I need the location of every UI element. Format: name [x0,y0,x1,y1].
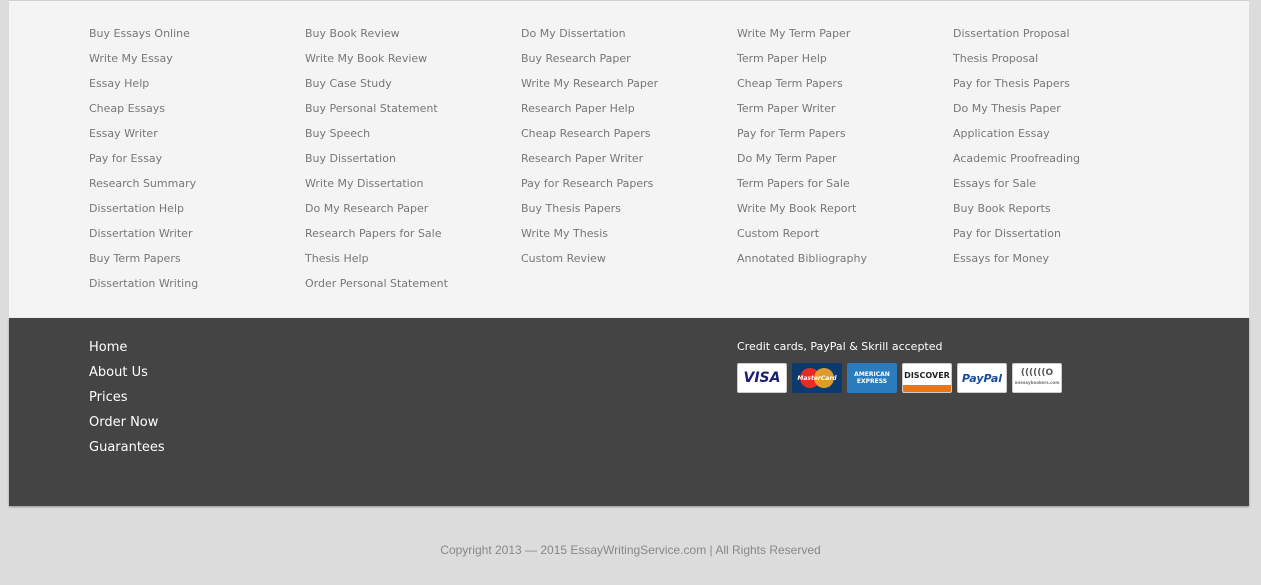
footer-link[interactable]: Dissertation Help [89,201,198,226]
footer-link[interactable]: Write My Book Report [737,201,867,226]
mastercard-logo-text: MasterCard [797,374,837,382]
footer-link[interactable]: Term Paper Writer [737,101,867,126]
copyright-text: Copyright 2013 — 2015 EssayWritingServic… [440,543,821,557]
footer-links-column-2: Buy Book Review Write My Book Review Buy… [305,26,448,301]
visa-logo-text: VISA [743,370,781,386]
footer-link[interactable]: Pay for Research Papers [521,176,658,201]
footer-link[interactable]: Buy Personal Statement [305,101,448,126]
footer-link[interactable]: Order Personal Statement [305,276,448,301]
footer-link[interactable]: Research Papers for Sale [305,226,448,251]
footer-link[interactable]: Application Essay [953,126,1080,151]
footer-link[interactable]: Cheap Research Papers [521,126,658,151]
footer-bottom-panel: Home About Us Prices Order Now Guarantee… [9,318,1249,506]
footer-link[interactable]: Buy Case Study [305,76,448,101]
footer-link[interactable]: Buy Speech [305,126,448,151]
footer-link[interactable]: Research Paper Help [521,101,658,126]
footer-link[interactable]: Essay Help [89,76,198,101]
footer-link[interactable]: Dissertation Writer [89,226,198,251]
skrill-logo-subtext: oneasybookers.com [1014,380,1060,385]
footer-link[interactable]: Buy Research Paper [521,51,658,76]
paypal-logo-text: PayPal [961,371,1003,385]
discover-icon: DISCOVER [902,363,952,393]
footer-link[interactable]: Cheap Essays [89,101,198,126]
footer-link[interactable]: Term Paper Help [737,51,867,76]
footer-link[interactable]: Dissertation Proposal [953,26,1080,51]
footer-link[interactable]: Write My Essay [89,51,198,76]
nav-link-guarantees[interactable]: Guarantees [89,440,165,465]
footer-link[interactable]: Essays for Sale [953,176,1080,201]
footer-link[interactable]: Buy Term Papers [89,251,198,276]
footer-link[interactable]: Thesis Help [305,251,448,276]
footer-link[interactable]: Do My Research Paper [305,201,448,226]
payment-methods-text: Credit cards, PayPal & Skrill accepted [737,340,943,353]
footer-link[interactable]: Do My Term Paper [737,151,867,176]
footer-link[interactable]: Write My Dissertation [305,176,448,201]
footer-link[interactable]: Do My Dissertation [521,26,658,51]
footer-links-column-5: Dissertation Proposal Thesis Proposal Pa… [953,26,1080,276]
nav-link-home[interactable]: Home [89,340,165,365]
discover-logo-text: DISCOVER [904,370,950,380]
footer-link[interactable]: Cheap Term Papers [737,76,867,101]
footer-link[interactable]: Buy Book Reports [953,201,1080,226]
nav-link-order-now[interactable]: Order Now [89,415,165,440]
footer-link[interactable]: Research Summary [89,176,198,201]
footer-link[interactable]: Buy Book Review [305,26,448,51]
footer-link[interactable]: Annotated Bibliography [737,251,867,276]
footer-link[interactable]: Custom Review [521,251,658,276]
skrill-logo-text: ((((((O [1020,368,1054,378]
payment-card-logos: VISA MasterCard AMERICAN EXPRESS DISCOVE… [737,363,1062,393]
footer-link[interactable]: Write My Term Paper [737,26,867,51]
paypal-icon: PayPal [957,363,1007,393]
footer-links-column-1: Buy Essays Online Write My Essay Essay H… [89,26,198,301]
footer-link[interactable]: Pay for Dissertation [953,226,1080,251]
footer-link[interactable]: Do My Thesis Paper [953,101,1080,126]
footer-link[interactable]: Buy Thesis Papers [521,201,658,226]
footer-link[interactable]: Dissertation Writing [89,276,198,301]
footer-link[interactable]: Write My Book Review [305,51,448,76]
footer-link[interactable]: Pay for Term Papers [737,126,867,151]
footer-link[interactable]: Essays for Money [953,251,1080,276]
payment-methods: Credit cards, PayPal & Skrill accepted V… [737,340,1062,393]
footer-link[interactable]: Research Paper Writer [521,151,658,176]
footer-links-column-3: Do My Dissertation Buy Research Paper Wr… [521,26,658,276]
amex-logo-text-line2: EXPRESS [856,378,888,385]
amex-logo-text-line1: AMERICAN [854,371,890,378]
footer-link[interactable]: Academic Proofreading [953,151,1080,176]
footer-link[interactable]: Pay for Thesis Papers [953,76,1080,101]
skrill-icon: ((((((O oneasybookers.com [1012,363,1062,393]
footer-link[interactable]: Term Papers for Sale [737,176,867,201]
visa-icon: VISA [737,363,787,393]
footer-link[interactable]: Thesis Proposal [953,51,1080,76]
footer-links-panel: Buy Essays Online Write My Essay Essay H… [9,0,1249,319]
footer-link[interactable]: Buy Essays Online [89,26,198,51]
footer-link[interactable]: Write My Research Paper [521,76,658,101]
nav-link-about-us[interactable]: About Us [89,365,165,390]
footer-link[interactable]: Write My Thesis [521,226,658,251]
footer-link[interactable]: Essay Writer [89,126,198,151]
footer-links-column-4: Write My Term Paper Term Paper Help Chea… [737,26,867,276]
footer-link[interactable]: Custom Report [737,226,867,251]
footer-nav: Home About Us Prices Order Now Guarantee… [89,340,165,465]
footer-link[interactable]: Buy Dissertation [305,151,448,176]
nav-link-prices[interactable]: Prices [89,390,165,415]
footer-link[interactable]: Pay for Essay [89,151,198,176]
american-express-icon: AMERICAN EXPRESS [847,363,897,393]
mastercard-icon: MasterCard [792,363,842,393]
